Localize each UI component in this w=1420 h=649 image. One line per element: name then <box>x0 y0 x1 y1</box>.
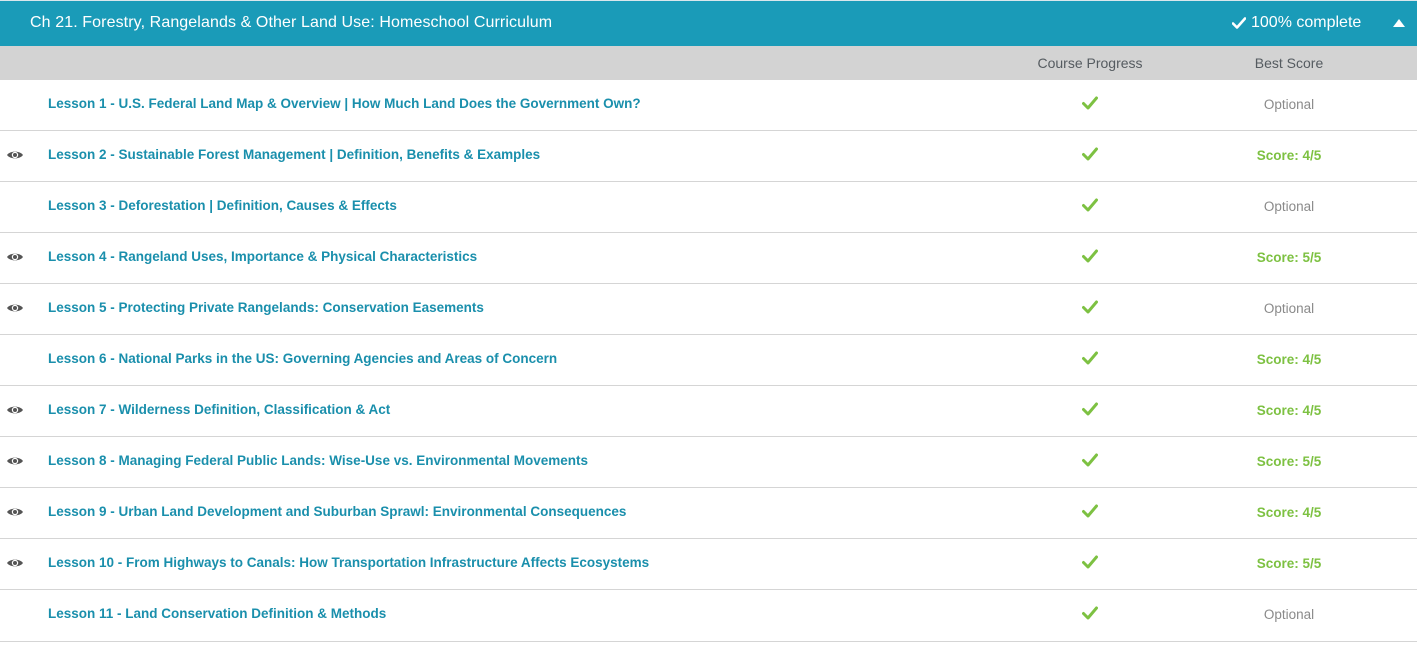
best-score-header: Best Score <box>1254 55 1324 71</box>
eye-icon[interactable] <box>6 149 24 161</box>
lesson-row: Lesson 7 - Wilderness Definition, Classi… <box>0 386 1417 437</box>
lesson-row: Lesson 9 - Urban Land Development and Su… <box>0 488 1417 539</box>
lesson-link[interactable]: Lesson 3 - Deforestation | Definition, C… <box>48 198 397 213</box>
checkmark-icon <box>1082 198 1098 212</box>
best-score: Optional <box>1263 199 1315 214</box>
checkmark-icon <box>1082 453 1098 467</box>
lesson-link[interactable]: Lesson 11 - Land Conservation Definition… <box>48 606 386 621</box>
checkmark-icon <box>1082 504 1098 518</box>
checkmark-icon <box>1082 147 1098 161</box>
eye-icon[interactable] <box>6 506 24 518</box>
best-score: Optional <box>1263 97 1315 112</box>
lesson-row: Lesson 3 - Deforestation | Definition, C… <box>0 182 1417 233</box>
lesson-link[interactable]: Lesson 9 - Urban Land Development and Su… <box>48 504 626 519</box>
lesson-row: Lesson 8 - Managing Federal Public Lands… <box>0 437 1417 488</box>
chapter-panel: Ch 21. Forestry, Rangelands & Other Land… <box>0 0 1420 649</box>
best-score: Score: 4/5 <box>1256 148 1322 163</box>
checkmark-icon <box>1082 249 1098 263</box>
lesson-link[interactable]: Lesson 1 - U.S. Federal Land Map & Overv… <box>48 96 641 111</box>
lesson-link[interactable]: Lesson 8 - Managing Federal Public Lands… <box>48 453 588 468</box>
best-score: Score: 4/5 <box>1256 505 1322 520</box>
course-progress-header: Course Progress <box>1037 55 1143 71</box>
lesson-row: Lesson 5 - Protecting Private Rangelands… <box>0 284 1417 335</box>
best-score: Score: 5/5 <box>1256 454 1322 469</box>
lesson-link[interactable]: Lesson 4 - Rangeland Uses, Importance & … <box>48 249 477 264</box>
chapter-title: Ch 21. Forestry, Rangelands & Other Land… <box>30 14 553 31</box>
chapter-header[interactable]: Ch 21. Forestry, Rangelands & Other Land… <box>0 0 1417 46</box>
lesson-link[interactable]: Lesson 10 - From Highways to Canals: How… <box>48 555 649 570</box>
checkmark-icon <box>1082 96 1098 110</box>
lesson-link[interactable]: Lesson 7 - Wilderness Definition, Classi… <box>48 402 390 417</box>
best-score: Score: 4/5 <box>1256 403 1322 418</box>
eye-icon[interactable] <box>6 302 24 314</box>
caret-up-icon[interactable] <box>1392 18 1406 28</box>
completion-text: 100% complete <box>1251 14 1362 31</box>
lesson-row: Lesson 2 - Sustainable Forest Management… <box>0 131 1417 182</box>
lesson-list: Lesson 1 - U.S. Federal Land Map & Overv… <box>0 80 1417 642</box>
lesson-row: Lesson 4 - Rangeland Uses, Importance & … <box>0 233 1417 284</box>
best-score: Score: 4/5 <box>1256 352 1322 367</box>
best-score: Score: 5/5 <box>1256 250 1322 265</box>
lesson-row: Lesson 6 - National Parks in the US: Gov… <box>0 335 1417 386</box>
column-header-bar: Course Progress Best Score <box>0 46 1417 80</box>
lesson-row: Lesson 10 - From Highways to Canals: How… <box>0 539 1417 590</box>
checkmark-icon <box>1082 351 1098 365</box>
checkmark-icon <box>1082 300 1098 314</box>
best-score: Optional <box>1263 301 1315 316</box>
checkmark-icon <box>1082 555 1098 569</box>
lesson-link[interactable]: Lesson 2 - Sustainable Forest Management… <box>48 147 540 162</box>
checkmark-icon <box>1232 17 1246 29</box>
eye-icon[interactable] <box>6 251 24 263</box>
completion-status: 100% complete <box>1232 14 1361 32</box>
best-score: Optional <box>1263 607 1315 622</box>
eye-icon[interactable] <box>6 557 24 569</box>
lesson-link[interactable]: Lesson 5 - Protecting Private Rangelands… <box>48 300 484 315</box>
best-score: Score: 5/5 <box>1256 556 1322 571</box>
lesson-row: Lesson 1 - U.S. Federal Land Map & Overv… <box>0 80 1417 131</box>
eye-icon[interactable] <box>6 404 24 416</box>
lesson-link[interactable]: Lesson 6 - National Parks in the US: Gov… <box>48 351 557 366</box>
checkmark-icon <box>1082 402 1098 416</box>
checkmark-icon <box>1082 606 1098 620</box>
eye-icon[interactable] <box>6 455 24 467</box>
lesson-row: Lesson 11 - Land Conservation Definition… <box>0 590 1417 642</box>
